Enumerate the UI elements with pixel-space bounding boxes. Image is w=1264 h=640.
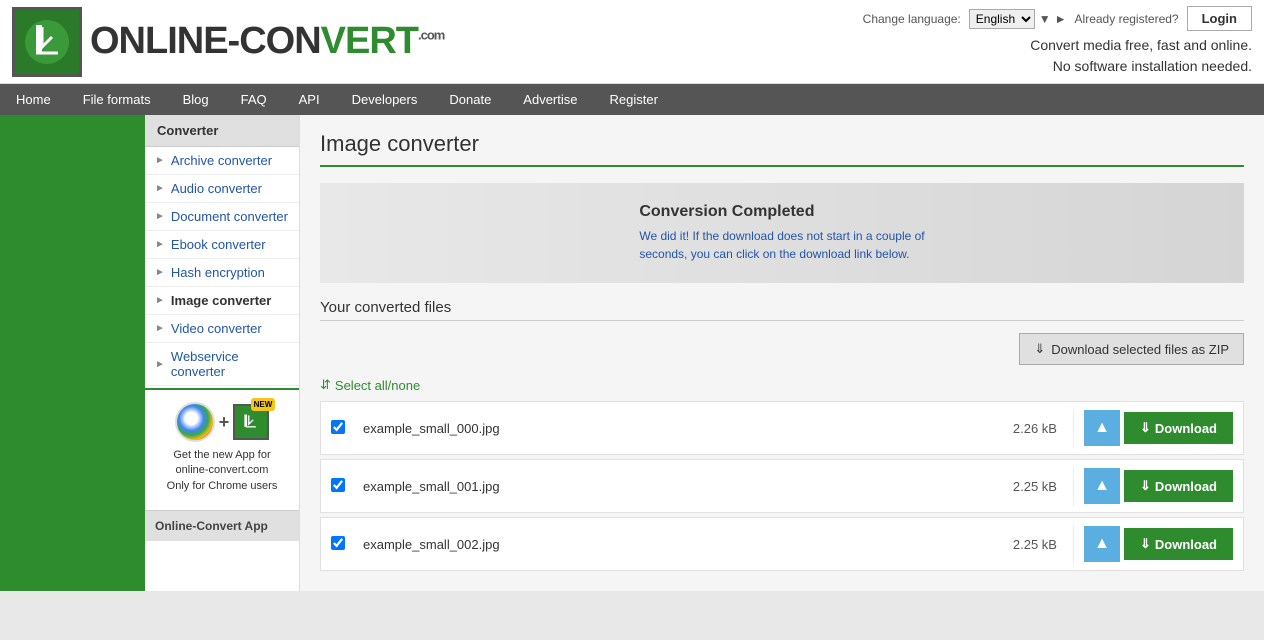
sidebar-item-document[interactable]: ► Document converter xyxy=(145,203,299,231)
download-zip-icon: ⇓ xyxy=(1034,341,1045,357)
file-checkbox-0[interactable] xyxy=(331,420,345,434)
nav-bar: Home File formats Blog FAQ API Developer… xyxy=(0,84,1264,115)
arrow-icon: ► xyxy=(155,239,165,250)
cloud-upload-button-2[interactable]: ▲ xyxy=(1084,526,1120,562)
nav-fileformats[interactable]: File formats xyxy=(67,84,167,115)
arrow-icon: ► xyxy=(155,155,165,166)
arrow-icon: ► xyxy=(155,323,165,334)
file-size-1: 2.25 kB xyxy=(994,467,1074,506)
new-badge: NEW xyxy=(251,398,276,411)
sidebar-converter-label: Converter xyxy=(145,115,299,147)
sidebar-item-image[interactable]: ► Image converter xyxy=(145,287,299,315)
nav-advertise[interactable]: Advertise xyxy=(507,84,593,115)
file-name-0: example_small_000.jpg xyxy=(355,409,994,448)
cloud-icon: ▲ xyxy=(1094,419,1110,437)
file-actions-0: ▲ ⇓ Download xyxy=(1074,402,1243,454)
nav-donate[interactable]: Donate xyxy=(433,84,507,115)
your-files-label: Your converted files xyxy=(320,299,1244,316)
app-icon: NEW xyxy=(233,404,269,440)
language-select[interactable]: English xyxy=(969,9,1035,29)
select-all-link[interactable]: ⇵ Select all/none xyxy=(320,377,1244,393)
file-size-0: 2.26 kB xyxy=(994,409,1074,448)
tagline-line1: Convert media free, fast and online. xyxy=(1030,37,1252,53)
nav-home[interactable]: Home xyxy=(0,84,67,115)
file-checkbox-1[interactable] xyxy=(331,478,345,492)
sidebar-item-hash[interactable]: ► Hash encryption xyxy=(145,259,299,287)
file-actions-2: ▲ ⇓ Download xyxy=(1074,518,1243,570)
conversion-banner: Conversion Completed We did it! If the d… xyxy=(320,183,1244,283)
top-right: Change language: English ▼ ► Already reg… xyxy=(863,6,1252,77)
page-title: Image converter xyxy=(320,131,1244,157)
arrow-icon: ► xyxy=(155,183,165,194)
table-row: example_small_000.jpg 2.26 kB ▲ ⇓ Downlo… xyxy=(320,401,1244,455)
zip-download-button[interactable]: ⇓ Download selected files as ZIP xyxy=(1019,333,1244,365)
cloud-upload-button-0[interactable]: ▲ xyxy=(1084,410,1120,446)
sidebar-item-video[interactable]: ► Video converter xyxy=(145,315,299,343)
title-divider xyxy=(320,165,1244,167)
file-size-2: 2.25 kB xyxy=(994,525,1074,564)
nav-blog[interactable]: Blog xyxy=(167,84,225,115)
cloud-upload-button-1[interactable]: ▲ xyxy=(1084,468,1120,504)
select-all-row: ⇵ Select all/none xyxy=(320,377,1244,393)
cloud-icon: ▲ xyxy=(1094,535,1110,553)
table-row: example_small_001.jpg 2.25 kB ▲ ⇓ Downlo… xyxy=(320,459,1244,513)
lang-forward: ► xyxy=(1055,12,1067,26)
download-button-0[interactable]: ⇓ Download xyxy=(1124,412,1233,444)
already-registered-text: Already registered? xyxy=(1075,12,1179,26)
cloud-icon: ▲ xyxy=(1094,477,1110,495)
plus-icon: + xyxy=(219,412,230,433)
download-button-2[interactable]: ⇓ Download xyxy=(1124,528,1233,560)
file-actions-1: ▲ ⇓ Download xyxy=(1074,460,1243,512)
download-icon: ⇓ xyxy=(1140,420,1151,436)
file-checkbox-2[interactable] xyxy=(331,536,345,550)
conversion-description: We did it! If the download does not star… xyxy=(639,227,924,263)
oc-app-section: Online-Convert App xyxy=(145,510,299,541)
table-row: example_small_002.jpg 2.25 kB ▲ ⇓ Downlo… xyxy=(320,517,1244,571)
arrow-icon: ► xyxy=(155,295,165,306)
files-divider xyxy=(320,320,1244,321)
conversion-title: Conversion Completed xyxy=(639,203,924,221)
zip-download-row: ⇓ Download selected files as ZIP xyxy=(320,333,1244,365)
nav-developers[interactable]: Developers xyxy=(336,84,434,115)
arrow-icon: ► xyxy=(155,267,165,278)
arrow-icon: ► xyxy=(155,211,165,222)
file-name-2: example_small_002.jpg xyxy=(355,525,994,564)
lang-label: Change language: xyxy=(863,12,961,26)
tagline: Convert media free, fast and online. No … xyxy=(863,35,1252,77)
nav-api[interactable]: API xyxy=(283,84,336,115)
login-button[interactable]: Login xyxy=(1187,6,1252,31)
download-icon: ⇓ xyxy=(1140,536,1151,552)
sidebar-item-ebook[interactable]: ► Ebook converter xyxy=(145,231,299,259)
file-name-1: example_small_001.jpg xyxy=(355,467,994,506)
nav-faq[interactable]: FAQ xyxy=(225,84,283,115)
lang-arrow: ▼ xyxy=(1039,12,1051,26)
logo-area: ONLINE-CONVERT.com xyxy=(12,7,444,77)
promo-text: Get the new App for online-convert.com O… xyxy=(157,448,287,494)
tagline-line2: No software installation needed. xyxy=(1053,58,1252,74)
logo-image xyxy=(12,7,82,77)
nav-register[interactable]: Register xyxy=(594,84,674,115)
sidebar-item-webservice[interactable]: ► Webservice converter xyxy=(145,343,299,386)
download-button-1[interactable]: ⇓ Download xyxy=(1124,470,1233,502)
sidebar-item-archive[interactable]: ► Archive converter xyxy=(145,147,299,175)
sidebar: Converter ► Archive converter ► Audio co… xyxy=(145,115,300,591)
logo-text: ONLINE-CONVERT.com xyxy=(90,20,444,63)
chrome-icon xyxy=(175,402,215,442)
chrome-promo: + NEW Get the new App for online-convert… xyxy=(145,388,299,506)
arrow-icon: ► xyxy=(155,359,165,370)
select-all-icon: ⇵ xyxy=(320,377,331,393)
content-area: Image converter Conversion Completed We … xyxy=(300,115,1264,591)
download-icon: ⇓ xyxy=(1140,478,1151,494)
sidebar-item-audio[interactable]: ► Audio converter xyxy=(145,175,299,203)
